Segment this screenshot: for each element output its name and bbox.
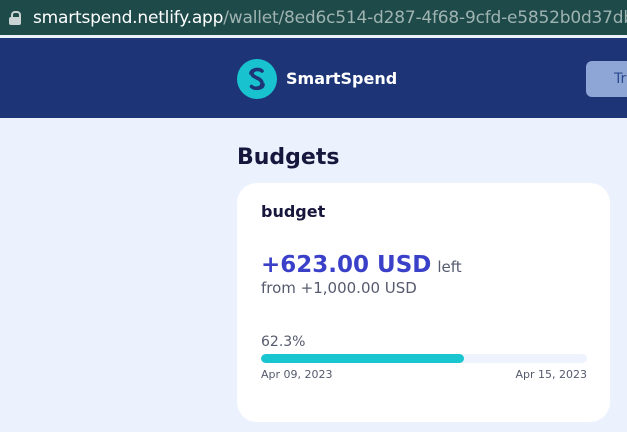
budget-total: from +1,000.00 USD [261, 279, 417, 297]
url-path: /wallet/8ed6c514-d287-4f68-9cfd-e5852b0d… [223, 7, 627, 28]
page-title: Budgets [237, 145, 340, 170]
url-text[interactable]: smartspend.netlify.app/wallet/8ed6c514-d… [33, 8, 627, 28]
brand-name[interactable]: SmartSpend [286, 69, 397, 88]
url-host: smartspend.netlify.app [33, 7, 224, 28]
budget-name: budget [261, 202, 326, 221]
smartspend-logo-icon[interactable] [237, 59, 277, 99]
start-date: Apr 09, 2023 [261, 368, 333, 381]
lock-icon[interactable] [9, 10, 21, 25]
browser-address-bar[interactable]: smartspend.netlify.app/wallet/8ed6c514-d… [0, 0, 627, 35]
budget-card[interactable]: budget +623.00 USD left from +1,000.00 U… [237, 183, 610, 422]
progress-percent: 62.3% [261, 334, 306, 350]
progress-fill [261, 354, 465, 363]
progress-bar [261, 354, 587, 363]
left-label: left [437, 258, 462, 276]
amount-left: +623.00 USD [261, 252, 432, 278]
app-header: SmartSpend Tr [0, 38, 627, 118]
amount-row: +623.00 USD left [261, 252, 462, 278]
end-date: Apr 15, 2023 [515, 368, 587, 381]
header-action-button[interactable]: Tr [586, 61, 627, 97]
